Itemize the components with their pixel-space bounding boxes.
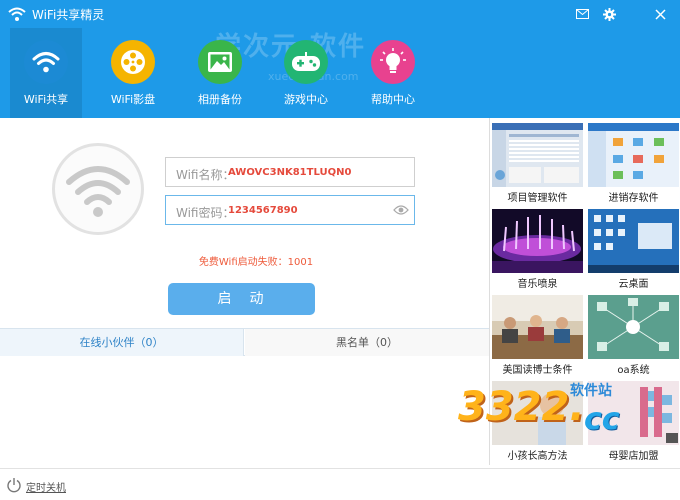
- wifi-icon: [66, 166, 130, 217]
- film-reel-icon: [121, 50, 145, 74]
- message-button[interactable]: [573, 5, 591, 23]
- nav-label: WiFi影盘: [110, 93, 156, 106]
- nav-icon-circle: [284, 40, 328, 84]
- nav-icon-circle: [198, 40, 242, 84]
- ad-inventory-software[interactable]: 进销存软件: [586, 118, 680, 204]
- envelope-icon: [575, 9, 589, 19]
- nav-label: WiFi共享: [23, 93, 69, 106]
- desktop-screenshot-image: [588, 209, 679, 273]
- power-icon[interactable]: [6, 477, 22, 493]
- wifi-name-field[interactable]: Wifi名称： AWOVC3NK81TLUQN0: [165, 157, 415, 187]
- wifi-status-graphic: [52, 143, 144, 235]
- ad-label: oa系统: [617, 365, 650, 376]
- device-tabs: 在线小伙伴（0） 黑名单（0）: [0, 328, 489, 356]
- site-watermark-logo: 3322. 软件站 cc: [452, 378, 642, 448]
- ad-label: 美国读博士条件: [502, 365, 573, 376]
- nav-icon-circle: [371, 40, 415, 84]
- nav-label: 帮助中心: [371, 93, 415, 106]
- ad-label: 进销存软件: [608, 193, 659, 204]
- ad-label: 小孩长高方法: [507, 451, 568, 462]
- nav-label: 相册备份: [198, 93, 242, 106]
- nav-help-center[interactable]: 帮助中心: [357, 28, 429, 118]
- gear-icon: [602, 7, 616, 21]
- nav-wifi-disk[interactable]: WiFi影盘: [97, 28, 169, 118]
- wifi-password-label: Wifi密码：: [176, 206, 235, 220]
- eye-icon[interactable]: [393, 204, 409, 216]
- nav-wifi-share[interactable]: WiFi共享: [10, 28, 82, 118]
- watermark-site: 软件站: [570, 383, 612, 399]
- ad-oa-system[interactable]: oa系统: [586, 290, 680, 376]
- wifi-name-value: AWOVC3NK81TLUQN0: [228, 167, 352, 178]
- error-message: 免费Wifi启动失败：1001: [198, 257, 314, 268]
- watermark-tld: cc: [584, 402, 620, 437]
- close-icon: [654, 8, 666, 20]
- wifi-icon: [32, 52, 60, 73]
- wifi-password-field[interactable]: Wifi密码： 1234567890: [165, 195, 415, 225]
- gamepad-icon: [292, 52, 320, 71]
- lightbulb-icon: [380, 48, 406, 73]
- fountain-photo-image: [492, 209, 583, 273]
- ad-music-fountain[interactable]: 音乐喷泉: [490, 204, 585, 290]
- nav-game-center[interactable]: 游戏中心: [270, 28, 342, 118]
- start-button[interactable]: 启动: [168, 283, 315, 315]
- title-bar: WiFi共享精灵: [0, 0, 680, 28]
- classroom-photo-image: [492, 295, 583, 359]
- close-button[interactable]: [651, 5, 669, 23]
- scheduled-shutdown-link[interactable]: 定时关机: [26, 479, 66, 494]
- nav-icon-circle: [24, 40, 68, 84]
- nav-photo-backup[interactable]: 相册备份: [184, 28, 256, 118]
- tab-online-friends[interactable]: 在线小伙伴（0）: [0, 329, 244, 356]
- header-bar: WiFi共享精灵 学次元 软件 xuechiyuan.com WiFi共享: [0, 0, 680, 118]
- network-diagram-image: [588, 295, 679, 359]
- tab-blacklist[interactable]: 黑名单（0）: [245, 329, 489, 356]
- ad-label: 音乐喷泉: [517, 279, 558, 290]
- ad-us-phd-requirements[interactable]: 美国读博士条件: [490, 290, 585, 376]
- ad-label: 云桌面: [618, 279, 649, 290]
- ad-label: 母婴店加盟: [608, 451, 659, 462]
- app-title: WiFi共享精灵: [32, 8, 105, 22]
- ad-cloud-desktop[interactable]: 云桌面: [586, 204, 680, 290]
- wifi-logo-icon: [8, 7, 26, 21]
- wifi-name-label: Wifi名称：: [176, 168, 235, 182]
- software-screenshot-image: [492, 123, 583, 187]
- photo-icon: [208, 52, 232, 72]
- nav-icon-circle: [111, 40, 155, 84]
- ad-label: 项目管理软件: [507, 193, 568, 204]
- wifi-password-value: 1234567890: [228, 205, 298, 216]
- software-screenshot-image: [588, 123, 679, 187]
- ad-project-management[interactable]: 项目管理软件: [490, 118, 585, 204]
- settings-button[interactable]: [600, 5, 618, 23]
- footer-bar: 定时关机: [0, 468, 680, 500]
- watermark-number: 3322.: [458, 384, 585, 430]
- nav-label: 游戏中心: [284, 93, 328, 106]
